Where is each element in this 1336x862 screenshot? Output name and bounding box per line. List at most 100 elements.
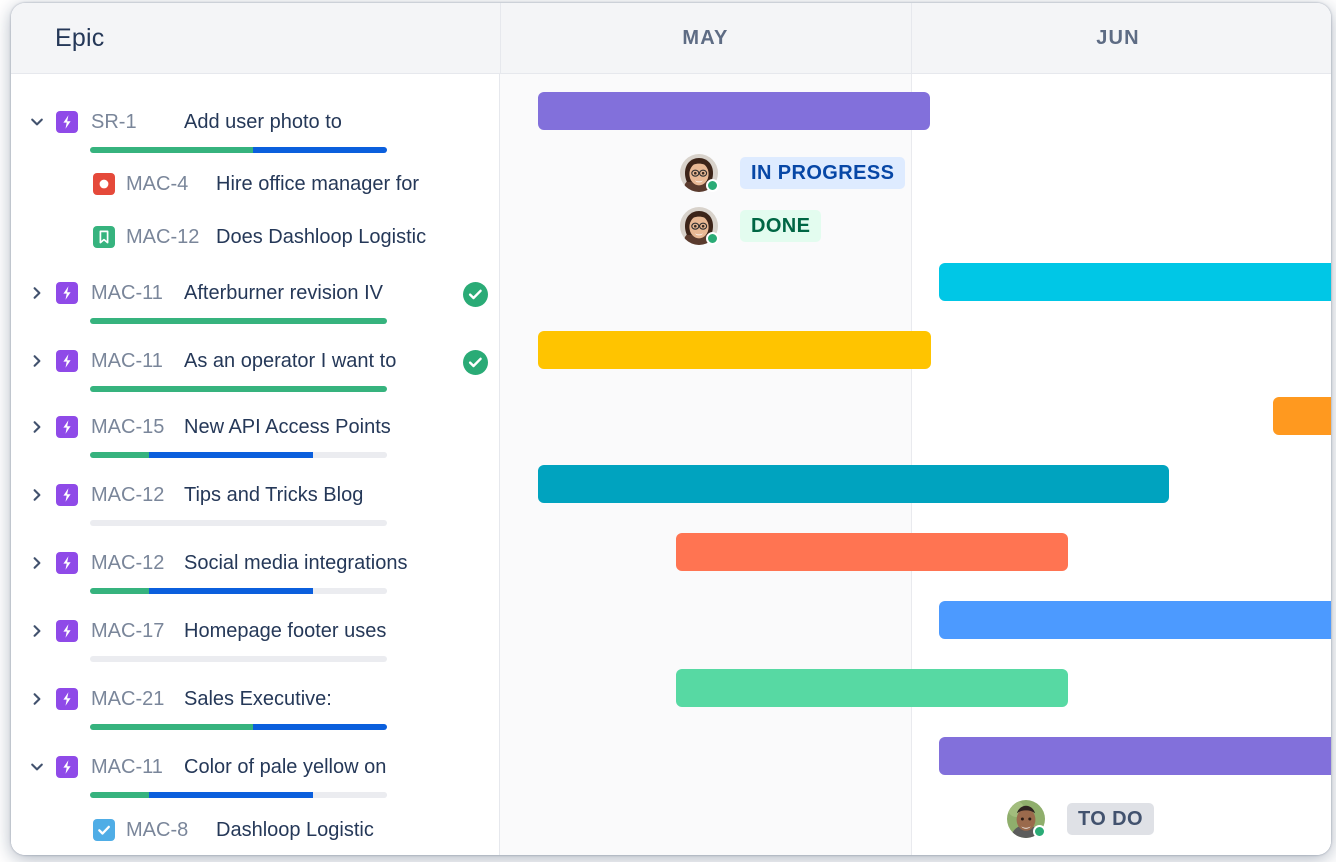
issue-row[interactable]: MAC-17 Homepage footer uses bbox=[11, 599, 500, 667]
epic-progress-bar bbox=[90, 588, 387, 594]
avatar[interactable] bbox=[680, 154, 719, 192]
timeline-app: Epic MAY JUN IN PROGRESS DONE TO DO SR-1 Ad… bbox=[0, 0, 1336, 862]
timeline-grid: IN PROGRESS DONE TO DO bbox=[500, 74, 1331, 855]
chevron-right-icon[interactable] bbox=[30, 624, 44, 638]
epic-type-icon bbox=[56, 484, 78, 506]
timeline-card: Epic MAY JUN IN PROGRESS DONE TO DO SR-1 Ad… bbox=[11, 3, 1331, 855]
issue-row[interactable]: MAC-8 Dashloop Logistic bbox=[11, 798, 500, 855]
epic-type-icon bbox=[56, 620, 78, 642]
issue-row[interactable]: MAC-11 As an operator I want to bbox=[11, 329, 500, 397]
issue-row[interactable]: MAC-11 Afterburner revision IV bbox=[11, 261, 500, 329]
progress-segment-blue bbox=[149, 452, 313, 458]
issue-row[interactable]: SR-1 Add user photo to bbox=[11, 90, 500, 158]
presence-indicator bbox=[1033, 825, 1046, 838]
progress-segment-grey bbox=[90, 656, 387, 662]
epic-type-icon bbox=[56, 552, 78, 574]
status-check-badge bbox=[463, 350, 488, 375]
issue-summary[interactable]: Does Dashloop Logistic bbox=[216, 226, 426, 249]
timeline-bar[interactable] bbox=[676, 533, 1068, 571]
issue-summary[interactable]: Hire office manager for bbox=[216, 173, 419, 196]
issue-summary[interactable]: Sales Executive: bbox=[184, 688, 332, 711]
chevron-right-icon[interactable] bbox=[30, 488, 44, 502]
task-type-icon bbox=[93, 819, 115, 841]
timeline-bar[interactable] bbox=[939, 737, 1331, 775]
epic-progress-bar bbox=[90, 656, 387, 662]
issue-key[interactable]: MAC-11 bbox=[91, 282, 163, 305]
epic-type-icon bbox=[56, 282, 78, 304]
issue-key[interactable]: MAC-8 bbox=[126, 819, 188, 842]
epic-progress-bar bbox=[90, 452, 387, 458]
timeline-body: IN PROGRESS DONE TO DO SR-1 Add user photo … bbox=[11, 74, 1331, 855]
timeline-bar[interactable] bbox=[538, 331, 931, 369]
issue-summary[interactable]: Homepage footer uses bbox=[184, 620, 386, 643]
chevron-down-icon[interactable] bbox=[30, 115, 44, 129]
issue-key[interactable]: MAC-21 bbox=[91, 688, 164, 711]
issue-key[interactable]: MAC-12 bbox=[91, 552, 164, 575]
epic-type-icon bbox=[56, 350, 78, 372]
issue-list-pane: SR-1 Add user photo to MAC-4 Hire office ma… bbox=[11, 74, 500, 855]
month-header-jun: JUN bbox=[1096, 27, 1140, 49]
column-header-epic: Epic bbox=[55, 24, 105, 52]
progress-segment-grey bbox=[90, 520, 387, 526]
issue-row[interactable]: MAC-15 New API Access Points bbox=[11, 395, 500, 463]
presence-indicator bbox=[706, 179, 719, 192]
progress-segment-green bbox=[90, 588, 150, 594]
issue-key[interactable]: SR-1 bbox=[91, 111, 137, 134]
issue-key[interactable]: MAC-17 bbox=[91, 620, 164, 643]
epic-progress-bar bbox=[90, 318, 387, 324]
chevron-right-icon[interactable] bbox=[30, 286, 44, 300]
timeline-bar[interactable] bbox=[538, 465, 1169, 503]
issue-key[interactable]: MAC-15 bbox=[91, 416, 164, 439]
issue-key[interactable]: MAC-11 bbox=[91, 350, 163, 373]
story-type-icon bbox=[93, 226, 115, 248]
progress-segment-blue bbox=[149, 588, 313, 594]
epic-type-icon bbox=[56, 111, 78, 133]
issue-row[interactable]: MAC-21 Sales Executive: bbox=[11, 667, 500, 735]
chevron-right-icon[interactable] bbox=[30, 354, 44, 368]
issue-row[interactable]: MAC-12 Social media integrations bbox=[11, 531, 500, 599]
month-header-may: MAY bbox=[682, 27, 729, 49]
epic-progress-bar bbox=[90, 386, 387, 392]
progress-segment-grey bbox=[312, 452, 387, 458]
issue-key[interactable]: MAC-11 bbox=[91, 756, 163, 779]
issue-key[interactable]: MAC-4 bbox=[126, 173, 188, 196]
avatar[interactable] bbox=[1007, 800, 1046, 838]
status-check-badge bbox=[463, 282, 488, 307]
epic-progress-bar bbox=[90, 520, 387, 526]
status-badge[interactable]: IN PROGRESS bbox=[740, 157, 906, 189]
progress-segment-green bbox=[90, 386, 387, 392]
progress-segment-green bbox=[90, 452, 150, 458]
issue-key[interactable]: MAC-12 bbox=[91, 484, 164, 507]
issue-summary[interactable]: Social media integrations bbox=[184, 552, 407, 575]
timeline-bar[interactable] bbox=[1273, 397, 1331, 435]
timeline-bar[interactable] bbox=[538, 92, 930, 130]
issue-summary[interactable]: Color of pale yellow on bbox=[184, 756, 386, 779]
issue-key[interactable]: MAC-12 bbox=[126, 226, 199, 249]
timeline-bar[interactable] bbox=[939, 601, 1331, 639]
presence-indicator bbox=[706, 232, 719, 245]
chevron-right-icon[interactable] bbox=[30, 556, 44, 570]
issue-row[interactable]: MAC-11 Color of pale yellow on bbox=[11, 735, 500, 803]
issue-summary[interactable]: New API Access Points bbox=[184, 416, 391, 439]
timeline-header: Epic MAY JUN bbox=[11, 3, 1331, 74]
issue-summary[interactable]: Afterburner revision IV bbox=[184, 282, 383, 305]
chevron-right-icon[interactable] bbox=[30, 420, 44, 434]
epic-type-icon bbox=[56, 688, 78, 710]
chevron-right-icon[interactable] bbox=[30, 692, 44, 706]
issue-summary[interactable]: Tips and Tricks Blog bbox=[184, 484, 363, 507]
issue-row[interactable]: MAC-12 Tips and Tricks Blog bbox=[11, 463, 500, 531]
issue-summary[interactable]: Add user photo to bbox=[184, 111, 342, 134]
timeline-bar[interactable] bbox=[676, 669, 1068, 707]
epic-type-icon bbox=[56, 416, 78, 438]
epic-type-icon bbox=[56, 756, 78, 778]
issue-summary[interactable]: Dashloop Logistic bbox=[216, 819, 374, 842]
bug-type-icon bbox=[93, 173, 115, 195]
avatar[interactable] bbox=[680, 207, 719, 245]
status-badge[interactable]: DONE bbox=[740, 210, 822, 242]
timeline-bar[interactable] bbox=[939, 263, 1331, 301]
progress-segment-green bbox=[90, 318, 387, 324]
issue-summary[interactable]: As an operator I want to bbox=[184, 350, 396, 373]
epic-progress-bar bbox=[90, 724, 387, 730]
chevron-down-icon[interactable] bbox=[30, 760, 44, 774]
status-badge[interactable]: TO DO bbox=[1067, 803, 1154, 835]
